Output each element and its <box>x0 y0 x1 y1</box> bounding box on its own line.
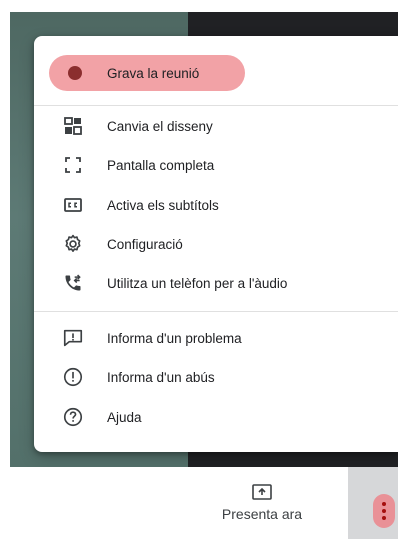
menu-item-label: Canvia el disseny <box>107 118 213 134</box>
menu-item-report-abuse[interactable]: Informa d'un abús <box>34 357 398 397</box>
settings-gear-icon <box>61 232 85 256</box>
menu-item-label: Ajuda <box>107 409 142 425</box>
options-menu: Grava la reunió Canvia el disseny Pantal… <box>34 36 398 452</box>
phone-audio-icon <box>61 271 85 295</box>
menu-item-label: Configuració <box>107 236 183 252</box>
feedback-icon <box>61 326 85 350</box>
menu-item-report-problem[interactable]: Informa d'un problema <box>34 318 398 358</box>
menu-divider <box>34 311 398 312</box>
present-screen-icon <box>252 484 272 500</box>
present-now-label: Presenta ara <box>221 506 303 522</box>
captions-icon <box>61 193 85 217</box>
more-options-button[interactable] <box>373 494 395 528</box>
menu-item-fullscreen[interactable]: Pantalla completa <box>34 145 398 185</box>
menu-item-label: Pantalla completa <box>107 157 215 173</box>
record-icon <box>68 66 82 80</box>
fullscreen-icon <box>61 153 85 177</box>
report-abuse-icon <box>61 365 85 389</box>
menu-item-settings[interactable]: Configuració <box>34 224 398 264</box>
bottom-toolbar <box>0 467 398 539</box>
present-now-button[interactable]: Presenta ara <box>214 484 310 534</box>
more-vert-icon <box>382 502 386 506</box>
help-icon <box>61 405 85 429</box>
menu-item-help[interactable]: Ajuda <box>34 397 398 437</box>
menu-item-label: Utilitza un telèfon per a l'àudio <box>107 275 288 291</box>
menu-item-label: Grava la reunió <box>107 65 200 81</box>
menu-item-change-layout[interactable]: Canvia el disseny <box>34 106 398 146</box>
menu-item-record-meeting[interactable]: Grava la reunió <box>34 53 398 93</box>
menu-item-label: Informa d'un abús <box>107 369 215 385</box>
layout-icon <box>61 114 85 138</box>
menu-item-label: Informa d'un problema <box>107 330 242 346</box>
menu-item-captions[interactable]: Activa els subtítols <box>34 185 398 225</box>
menu-item-label: Activa els subtítols <box>107 197 219 213</box>
menu-item-phone-audio[interactable]: Utilitza un telèfon per a l'àudio <box>34 263 398 303</box>
